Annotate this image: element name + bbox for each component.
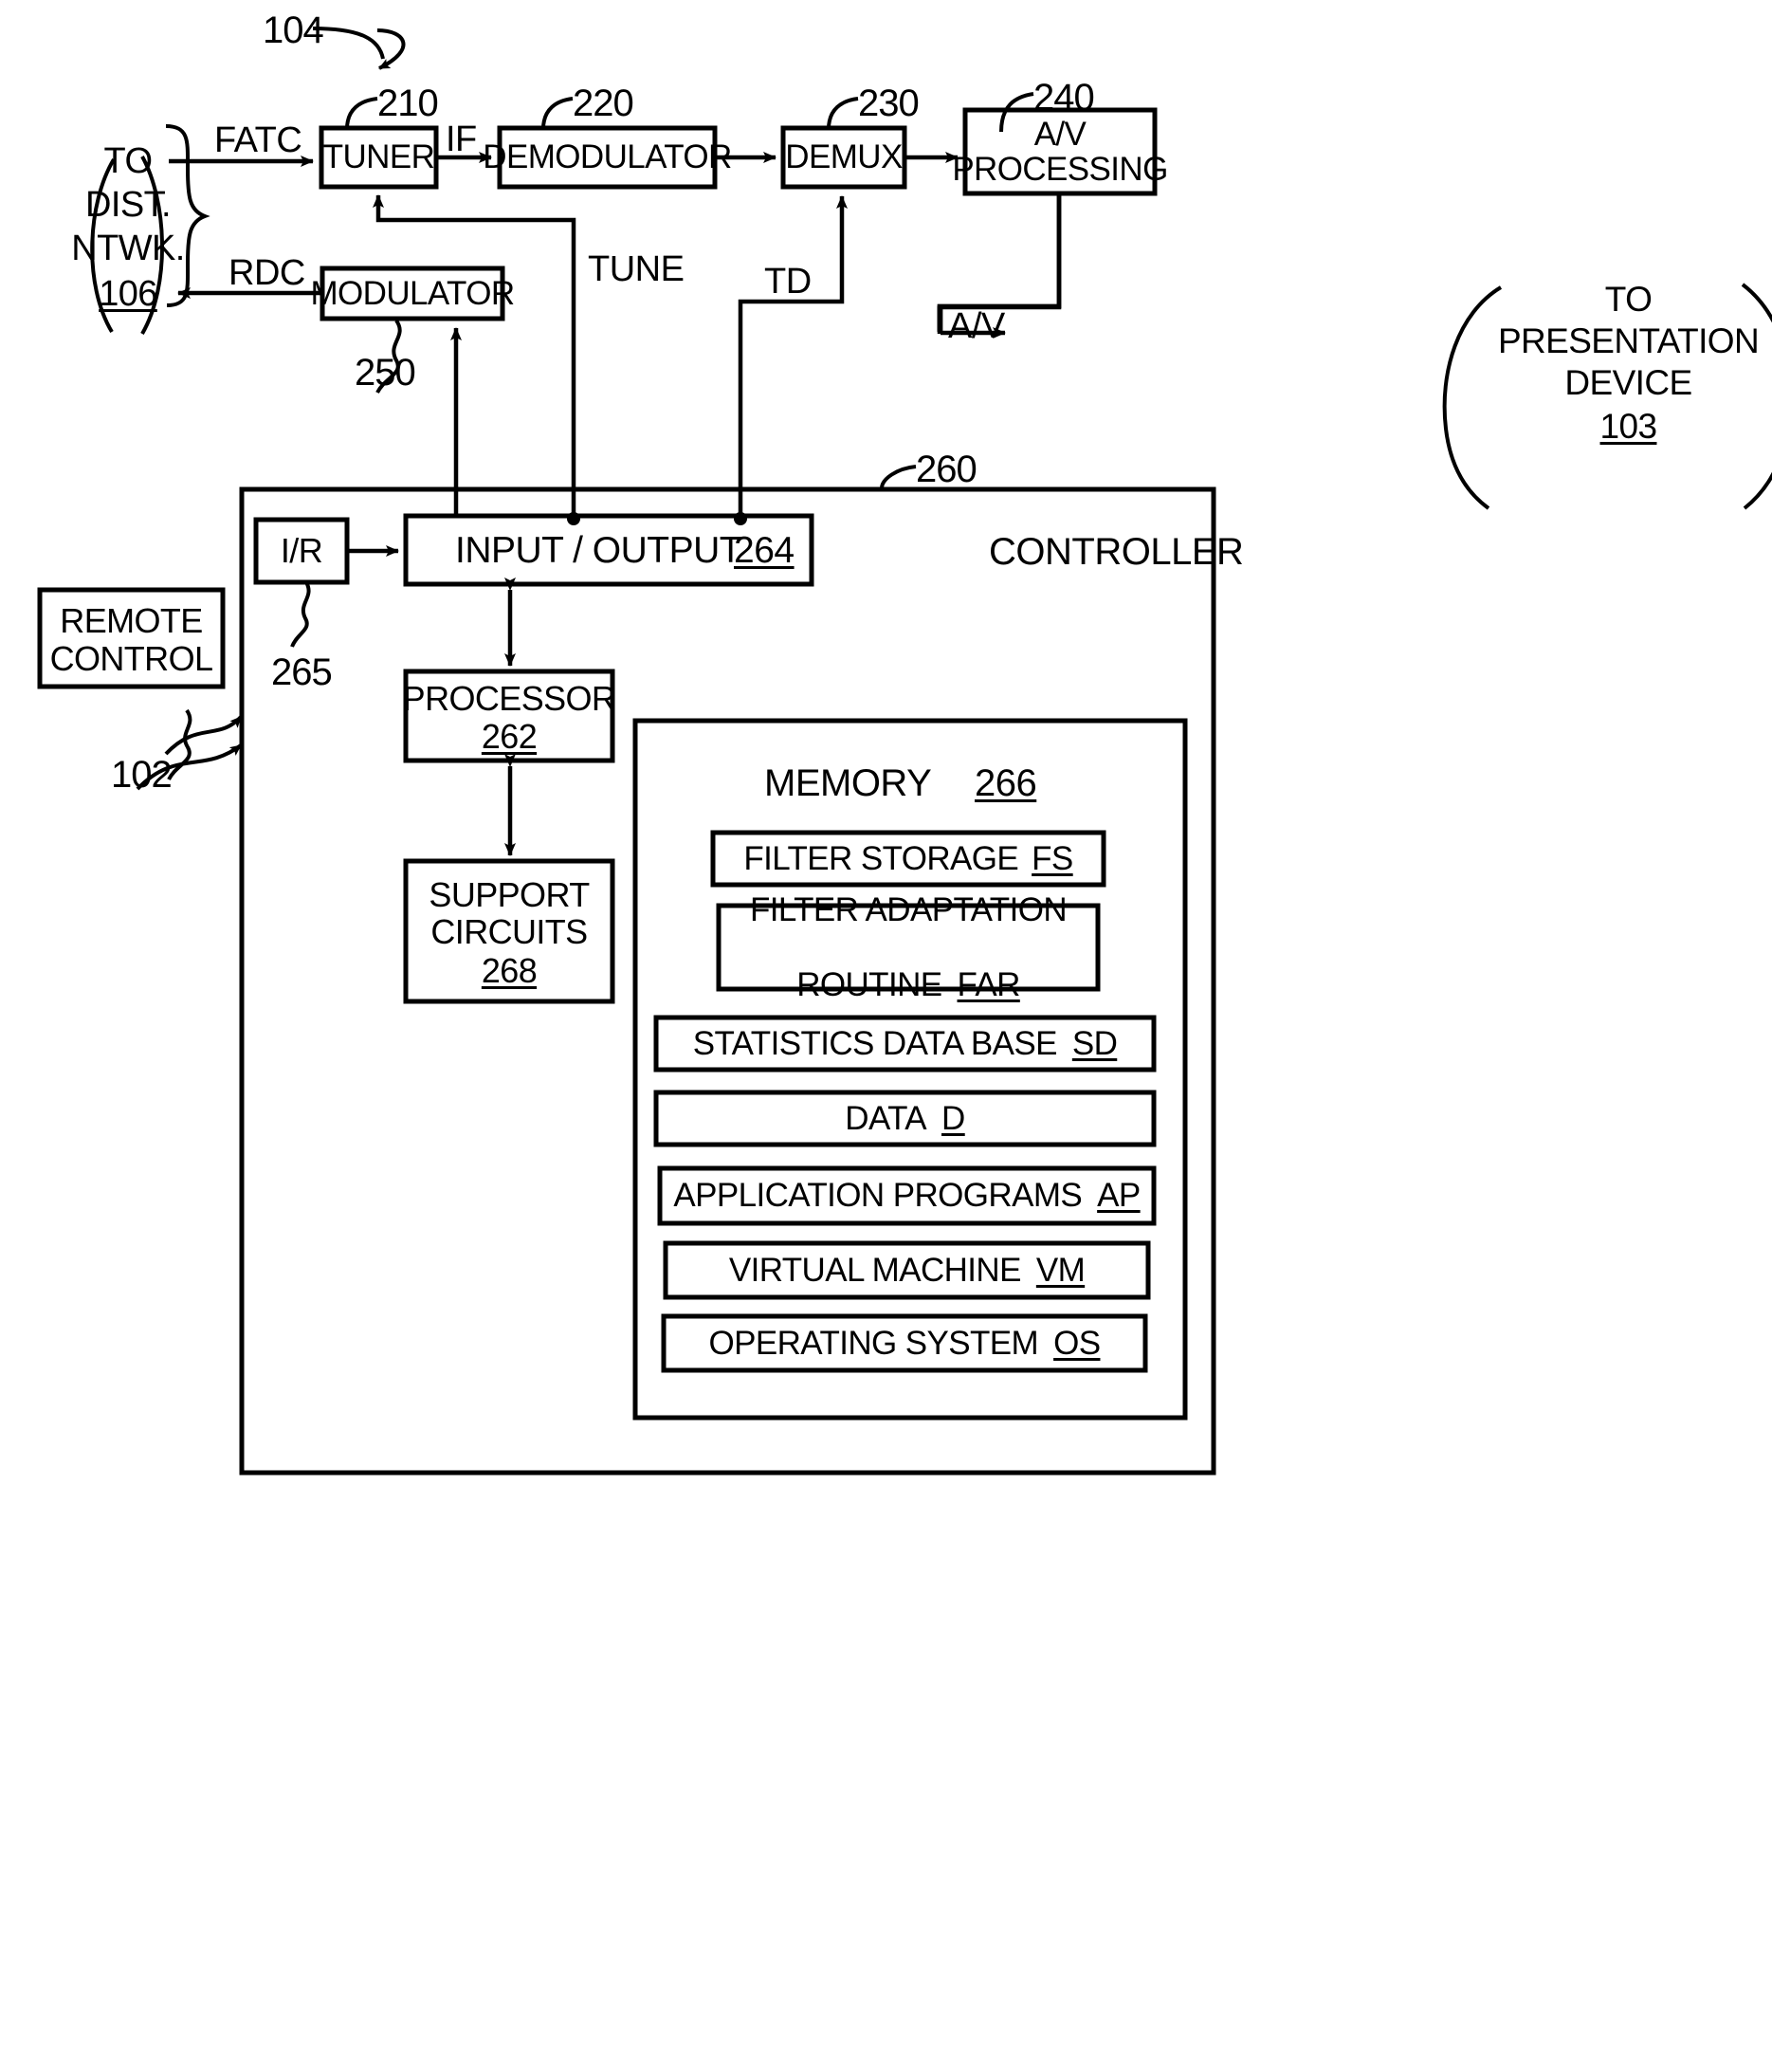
presentation-device-reference: 103: [1599, 407, 1658, 447]
memory-item-abbr: SD: [1071, 1024, 1118, 1062]
signal-fatc-label: FATC: [214, 120, 302, 160]
support-circuits-line1: SUPPORT: [429, 874, 590, 914]
memory-item-filter-adaptation-routine: FILTER ADAPTATION ROUTINE FAR: [719, 891, 1098, 1002]
reference-102: 102: [111, 754, 173, 796]
support-circuits-reference: 268: [481, 950, 538, 990]
reference-260: 260: [916, 449, 977, 490]
patent-figure-canvas: 104 TO DIST. NTWK. 106 FATC IF RDC TUNE …: [0, 0, 1772, 2072]
reference-220: 220: [573, 83, 634, 124]
memory-item-data: DATA D: [656, 1092, 1154, 1145]
memory-item-operating-system: OPERATING SYSTEM OS: [664, 1316, 1145, 1370]
memory-item-label-line1: FILTER ADAPTATION: [749, 891, 1068, 929]
reference-210: 210: [377, 83, 439, 124]
presentation-device-line1: TO: [1604, 280, 1653, 320]
memory-item-label: OPERATING SYSTEM: [708, 1324, 1039, 1362]
signal-if-label: IF: [446, 119, 477, 159]
processor-reference: 262: [481, 716, 538, 756]
memory-reference: 266: [975, 762, 1037, 804]
av-processing-line1: A/V: [1033, 116, 1087, 154]
processor-label: PROCESSOR: [402, 678, 616, 718]
memory-item-abbr: D: [941, 1099, 965, 1137]
dist-network-line2: DIST.: [85, 184, 172, 225]
input-output-reference: 264: [734, 530, 795, 571]
av-processing-line2: PROCESSING: [952, 151, 1168, 189]
signal-td-label: TD: [764, 262, 812, 302]
support-circuits-line2: CIRCUITS: [430, 911, 588, 951]
modulator-block-label: MODULATOR: [310, 274, 516, 312]
tuner-block-label: TUNER: [322, 138, 435, 176]
presentation-device-line3: DEVICE: [1564, 363, 1692, 403]
signal-rdc-label: RDC: [228, 253, 305, 293]
reference-240: 240: [1033, 77, 1095, 119]
controller-label: CONTROLLER: [989, 531, 1244, 573]
memory-item-label: FILTER STORAGE: [743, 839, 1019, 877]
remote-control-line1: REMOTE: [60, 600, 203, 640]
memory-item-filter-storage: FILTER STORAGE FS: [713, 833, 1104, 885]
signal-av-label: A/V: [948, 306, 1005, 346]
dist-network-reference: 106: [99, 273, 157, 314]
reference-230: 230: [858, 83, 920, 124]
dist-network-line3: NTWK.: [71, 228, 185, 268]
reference-265: 265: [271, 651, 333, 693]
memory-item-abbr: FS: [1032, 839, 1073, 877]
remote-control-line2: CONTROL: [49, 638, 213, 678]
memory-label: MEMORY: [764, 762, 932, 804]
memory-item-application-programs: APPLICATION PROGRAMS AP: [660, 1168, 1154, 1223]
dist-network-line1: TO: [103, 140, 153, 181]
memory-item-abbr: OS: [1053, 1324, 1101, 1362]
memory-item-label-line2: ROUTINE: [796, 965, 942, 1003]
reference-250: 250: [355, 352, 416, 394]
memory-item-statistics-data-base: STATISTICS DATA BASE SD: [656, 1018, 1154, 1070]
memory-item-abbr: VM: [1035, 1251, 1086, 1289]
ir-block-label: I/R: [280, 530, 323, 570]
demodulator-block-label: DEMODULATOR: [483, 138, 732, 176]
memory-item-abbr: AP: [1097, 1177, 1141, 1215]
memory-item-label: DATA: [845, 1099, 927, 1137]
presentation-device-line2: PRESENTATION: [1497, 321, 1760, 361]
memory-item-abbr: FAR: [957, 965, 1021, 1003]
input-output-label: INPUT / OUTPUT: [455, 530, 742, 571]
memory-item-label: VIRTUAL MACHINE: [728, 1251, 1022, 1289]
memory-item-virtual-machine: VIRTUAL MACHINE VM: [666, 1243, 1148, 1297]
memory-item-label: APPLICATION PROGRAMS: [673, 1177, 1083, 1215]
reference-104: 104: [263, 9, 324, 51]
memory-item-label: STATISTICS DATA BASE: [692, 1024, 1058, 1062]
demux-block-label: DEMUX: [785, 138, 903, 176]
signal-tune-label: TUNE: [588, 249, 685, 289]
